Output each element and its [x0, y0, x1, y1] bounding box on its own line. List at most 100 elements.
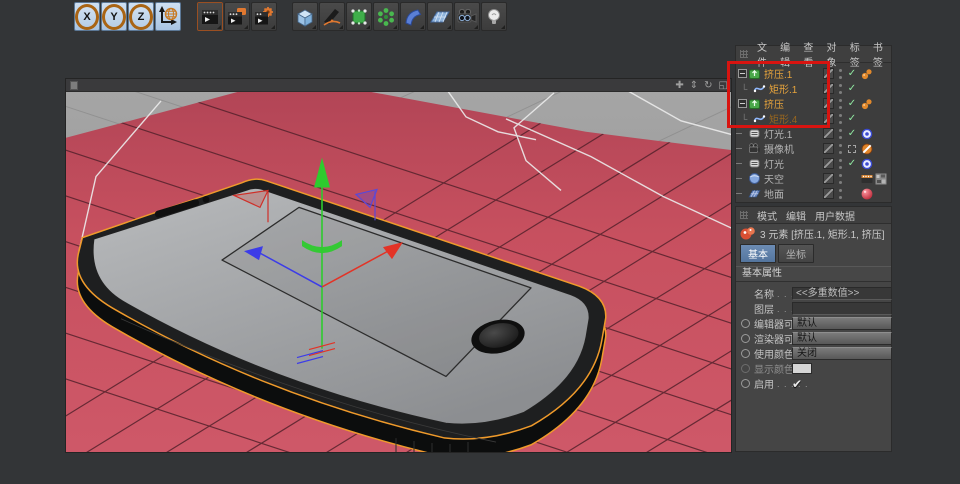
perspective-viewport[interactable]: ✚ ⇕ ↻ ◱ — [65, 78, 732, 453]
enabled-check-icon[interactable]: ✓ — [846, 98, 858, 109]
deformer-button[interactable] — [400, 2, 426, 31]
name-input[interactable]: <<多重数值>> — [792, 287, 892, 300]
submenu-marker — [366, 25, 370, 29]
light-object-icon — [748, 127, 761, 140]
light-button[interactable] — [481, 2, 507, 31]
coordinate-system-button[interactable] — [155, 2, 181, 31]
object-name[interactable]: 天空 — [764, 171, 784, 186]
render-view-button[interactable] — [197, 2, 223, 31]
object-row-light[interactable]: 灯光 ✓ — [736, 156, 891, 171]
z-axis-button[interactable]: Z — [128, 2, 154, 31]
dolly-icon[interactable]: ⇕ — [690, 79, 698, 92]
scene-3d-view[interactable] — [66, 92, 731, 452]
object-name[interactable]: 地面 — [764, 186, 784, 201]
add-spline-button[interactable] — [319, 2, 345, 31]
object-name[interactable]: 灯光 — [764, 156, 784, 171]
layer-chip[interactable] — [823, 173, 834, 184]
visibility-dots[interactable] — [838, 189, 842, 199]
layer-chip[interactable] — [823, 143, 834, 154]
visibility-dots[interactable] — [838, 84, 842, 94]
visibility-dots[interactable] — [838, 69, 842, 79]
render-group — [197, 2, 277, 31]
enabled-check-icon[interactable]: ✓ — [846, 113, 858, 124]
enabled-checkbox[interactable]: ✔ — [792, 377, 892, 391]
enabled-check-icon[interactable]: ✓ — [846, 158, 858, 169]
keyframe-circle-icon[interactable] — [741, 349, 750, 358]
menu-edit[interactable]: 编辑 — [786, 208, 806, 223]
object-name[interactable]: 摄像机 — [764, 141, 794, 156]
visibility-dots[interactable] — [838, 114, 842, 124]
panel-grip-icon[interactable] — [740, 50, 748, 58]
array-generator-button[interactable] — [373, 2, 399, 31]
phong-tag-icon[interactable] — [861, 68, 873, 80]
target-tag-icon[interactable] — [861, 158, 873, 170]
tree-dash — [736, 178, 742, 179]
object-row-light1[interactable]: 灯光.1 ✓ — [736, 126, 891, 141]
add-primitive-button[interactable] — [292, 2, 318, 31]
layer-input[interactable] — [792, 302, 892, 315]
attribute-menubar: 模式 编辑 用户数据 — [736, 207, 891, 224]
visibility-dots[interactable] — [838, 159, 842, 169]
field-label: 使用颜色 — [754, 346, 794, 361]
render-picture-viewer-button[interactable] — [224, 2, 250, 31]
tree-dash — [736, 148, 742, 149]
keyframe-circle-icon[interactable] — [741, 334, 750, 343]
light-object-icon — [748, 157, 761, 170]
sky-object-icon — [748, 172, 761, 185]
keyframe-circle-icon[interactable] — [741, 319, 750, 328]
layer-chip[interactable] — [823, 158, 834, 169]
camera-off-tag-icon[interactable] — [861, 143, 873, 155]
object-row-floor[interactable]: 地面 — [736, 186, 891, 201]
world-coordinates-icon — [157, 6, 179, 28]
field-enabled: 启用 . . . . . ✔ — [736, 376, 891, 391]
environment-button[interactable] — [427, 2, 453, 31]
field-use-color: 使用颜色 . . 关闭 — [736, 346, 891, 361]
enabled-check-icon[interactable]: ✓ — [846, 83, 858, 94]
y-axis-button[interactable]: Y — [101, 2, 127, 31]
menu-user-data[interactable]: 用户数据 — [815, 208, 855, 223]
phong-tag-icon[interactable] — [861, 98, 873, 110]
layer-chip[interactable] — [823, 128, 834, 139]
submenu-marker — [501, 25, 505, 29]
visibility-dots[interactable] — [838, 144, 842, 154]
layer-chip[interactable] — [823, 188, 834, 199]
render-settings-button[interactable] — [251, 2, 277, 31]
keyframe-circle-icon[interactable] — [741, 364, 750, 373]
renderer-visibility-dropdown[interactable]: 默认 — [792, 332, 892, 345]
visibility-dots[interactable] — [838, 99, 842, 109]
section-basic-properties[interactable]: 基本属性 — [736, 266, 891, 282]
camera-object-icon — [748, 142, 761, 155]
menu-mode[interactable]: 模式 — [757, 208, 777, 223]
object-row-camera[interactable]: 摄像机 — [736, 141, 891, 156]
object-name[interactable]: 灯光.1 — [764, 126, 792, 141]
enabled-check-icon[interactable]: ✓ — [846, 68, 858, 79]
texture-tag-icon[interactable] — [875, 173, 887, 185]
visibility-dots[interactable] — [838, 174, 842, 184]
rotate-icon[interactable]: ↻ — [704, 79, 712, 92]
keyframe-circle-icon[interactable] — [741, 379, 750, 388]
field-name: 名称 . . . . . <<多重数值>> — [736, 286, 891, 301]
object-row-sky[interactable]: 天空 — [736, 171, 891, 186]
selection-state-icon[interactable] — [848, 145, 856, 153]
field-label: 图层 — [754, 301, 774, 316]
tab-coordinates[interactable]: 坐标 — [778, 244, 814, 263]
compositing-tag-icon[interactable] — [861, 173, 873, 185]
enabled-check-icon[interactable]: ✓ — [846, 128, 858, 139]
use-color-dropdown[interactable]: 关闭 — [792, 347, 892, 360]
subdivision-surface-button[interactable] — [346, 2, 372, 31]
x-axis-button[interactable]: X — [74, 2, 100, 31]
editor-visibility-dropdown[interactable]: 默认 — [792, 317, 892, 330]
main-toolbar: X Y Z — [0, 0, 960, 34]
viewport-menu-icon[interactable] — [70, 81, 78, 90]
target-tag-icon[interactable] — [861, 128, 873, 140]
pan-icon[interactable]: ✚ — [675, 79, 683, 92]
submenu-marker — [393, 25, 397, 29]
display-color-swatch[interactable] — [792, 363, 812, 374]
submenu-marker — [447, 25, 451, 29]
floor-object-icon — [748, 187, 761, 200]
material-tag-icon[interactable] — [861, 188, 873, 200]
visibility-dots[interactable] — [838, 129, 842, 139]
camera-button[interactable] — [454, 2, 480, 31]
panel-grip-icon[interactable] — [740, 211, 748, 219]
tab-basic[interactable]: 基本 — [740, 244, 776, 263]
